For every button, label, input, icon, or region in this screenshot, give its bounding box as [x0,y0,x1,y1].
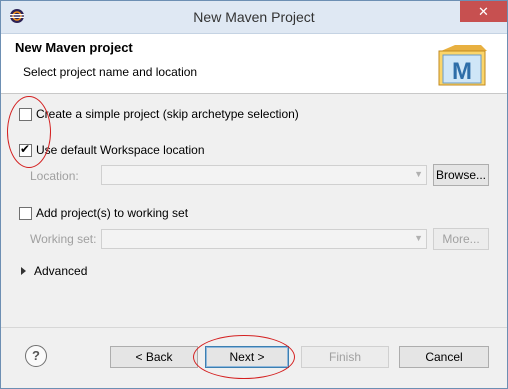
advanced-toggle[interactable]: Advanced [21,264,87,278]
chevron-down-icon: ▼ [414,169,423,179]
working-set-label: Working set: [30,232,97,246]
advanced-label: Advanced [34,264,88,278]
maven-logo-icon: M [438,45,487,86]
finish-button[interactable]: Finish [301,346,389,368]
back-button[interactable]: < Back [110,346,198,368]
simple-project-label: Create a simple project (skip archetype … [36,107,299,121]
working-set-combo[interactable]: ▼ [101,229,427,249]
location-combo[interactable]: ▼ [101,165,427,185]
chevron-down-icon: ▼ [414,233,423,243]
location-row: Location: [30,169,79,183]
more-button[interactable]: More... [433,228,489,250]
new-maven-project-dialog: New Maven Project ✕ New Maven project Se… [0,0,508,389]
default-workspace-option[interactable]: Use default Workspace location [19,142,205,157]
expand-arrow-icon [21,267,26,275]
default-workspace-checkbox[interactable] [19,142,32,157]
banner-description: Select project name and location [23,65,198,79]
working-set-checkbox[interactable] [19,206,32,220]
default-workspace-label: Use default Workspace location [36,143,205,157]
location-label: Location: [30,169,79,183]
simple-project-option[interactable]: Create a simple project (skip archetype … [19,107,299,121]
banner-title: New Maven project [15,40,133,55]
footer-separator [1,327,507,328]
working-set-option[interactable]: Add project(s) to working set [19,206,188,220]
window-title: New Maven Project [193,9,315,25]
simple-project-checkbox[interactable] [19,107,32,121]
help-icon[interactable]: ? [25,345,47,367]
wizard-banner: New Maven project Select project name an… [1,34,507,94]
next-button[interactable]: Next > [205,346,289,368]
working-set-row: Working set: [30,232,96,246]
maven-logo-letter: M [452,58,472,85]
working-set-checkbox-label: Add project(s) to working set [36,206,189,220]
browse-button[interactable]: Browse... [433,164,489,186]
close-button[interactable]: ✕ [460,1,507,22]
title-bar[interactable]: New Maven Project ✕ [1,1,507,34]
cancel-button[interactable]: Cancel [399,346,489,368]
